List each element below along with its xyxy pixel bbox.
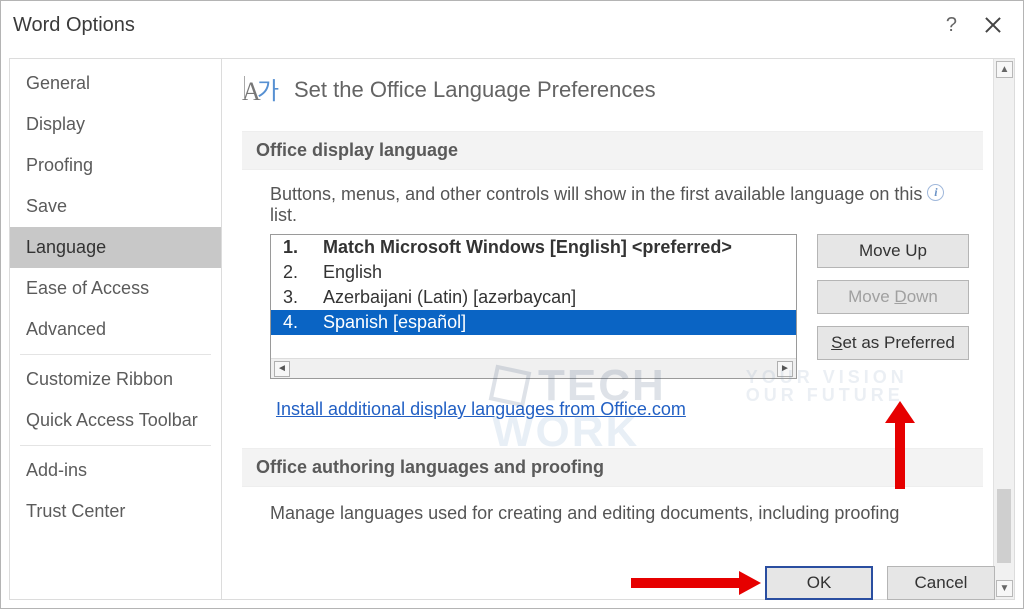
sidebar-item-save[interactable]: Save xyxy=(10,186,221,227)
help-icon[interactable]: ? xyxy=(946,14,957,37)
vertical-scrollbar[interactable]: ▲ ▼ xyxy=(993,59,1014,599)
content-area: TECH YOUR VISION OUR FUTURE WORK A가 Set … xyxy=(222,58,1015,600)
sidebar-item-advanced[interactable]: Advanced xyxy=(10,309,221,350)
cancel-button[interactable]: Cancel xyxy=(887,566,995,600)
language-row-1[interactable]: 1. Match Microsoft Windows [English] <pr… xyxy=(271,235,796,260)
section-authoring-header: Office authoring languages and proofing xyxy=(242,448,983,487)
language-icon: A가 xyxy=(242,73,280,107)
page-heading: A가 Set the Office Language Preferences xyxy=(242,73,983,107)
language-row-3[interactable]: 3. Azerbaijani (Latin) [azərbaycan] xyxy=(271,285,796,310)
sidebar-item-general[interactable]: General xyxy=(10,63,221,104)
info-icon[interactable]: i xyxy=(927,184,944,201)
scroll-right-icon[interactable]: ► xyxy=(777,361,793,377)
sidebar-item-customize-ribbon[interactable]: Customize Ribbon xyxy=(10,359,221,400)
sidebar: General Display Proofing Save Language E… xyxy=(9,58,222,600)
ok-button[interactable]: OK xyxy=(765,566,873,600)
scroll-left-icon[interactable]: ◄ xyxy=(274,361,290,377)
sidebar-item-add-ins[interactable]: Add-ins xyxy=(10,450,221,491)
close-icon[interactable] xyxy=(985,17,1001,33)
section-display-language-body: Buttons, menus, and other controls will … xyxy=(242,170,983,430)
language-row-2[interactable]: 2. English xyxy=(271,260,796,285)
dialog-footer: OK Cancel xyxy=(765,566,995,600)
sidebar-item-language[interactable]: Language xyxy=(10,227,221,268)
sidebar-item-trust-center[interactable]: Trust Center xyxy=(10,491,221,532)
page-heading-text: Set the Office Language Preferences xyxy=(294,77,656,103)
display-language-description: Buttons, menus, and other controls will … xyxy=(270,184,969,226)
install-languages-link[interactable]: Install additional display languages fro… xyxy=(276,399,686,420)
sidebar-divider xyxy=(20,354,211,355)
sidebar-divider xyxy=(20,445,211,446)
authoring-description: Manage languages used for creating and e… xyxy=(242,487,983,530)
dialog-body: General Display Proofing Save Language E… xyxy=(1,49,1023,608)
window-title: Word Options xyxy=(13,14,135,37)
sidebar-item-display[interactable]: Display xyxy=(10,104,221,145)
language-order-buttons: Move Up Move Down Set as Preferred xyxy=(817,234,969,360)
scrollbar-thumb[interactable] xyxy=(997,489,1011,563)
move-down-button: Move Down xyxy=(817,280,969,314)
move-up-button[interactable]: Move Up xyxy=(817,234,969,268)
sidebar-item-quick-access-toolbar[interactable]: Quick Access Toolbar xyxy=(10,400,221,441)
sidebar-item-proofing[interactable]: Proofing xyxy=(10,145,221,186)
scroll-up-icon[interactable]: ▲ xyxy=(996,61,1013,78)
word-options-window: Word Options ? General Display Proofing … xyxy=(0,0,1024,609)
section-display-language-header: Office display language xyxy=(242,131,983,170)
set-as-preferred-button[interactable]: Set as Preferred xyxy=(817,326,969,360)
titlebar: Word Options ? xyxy=(1,1,1023,49)
display-language-listbox[interactable]: 1. Match Microsoft Windows [English] <pr… xyxy=(270,234,797,379)
language-row-4[interactable]: 4. Spanish [español] xyxy=(271,310,796,335)
sidebar-item-ease-of-access[interactable]: Ease of Access xyxy=(10,268,221,309)
content-scroll: A가 Set the Office Language Preferences O… xyxy=(222,59,993,599)
scroll-down-icon[interactable]: ▼ xyxy=(996,580,1013,597)
listbox-horizontal-scroll[interactable]: ◄ ► xyxy=(271,358,796,378)
